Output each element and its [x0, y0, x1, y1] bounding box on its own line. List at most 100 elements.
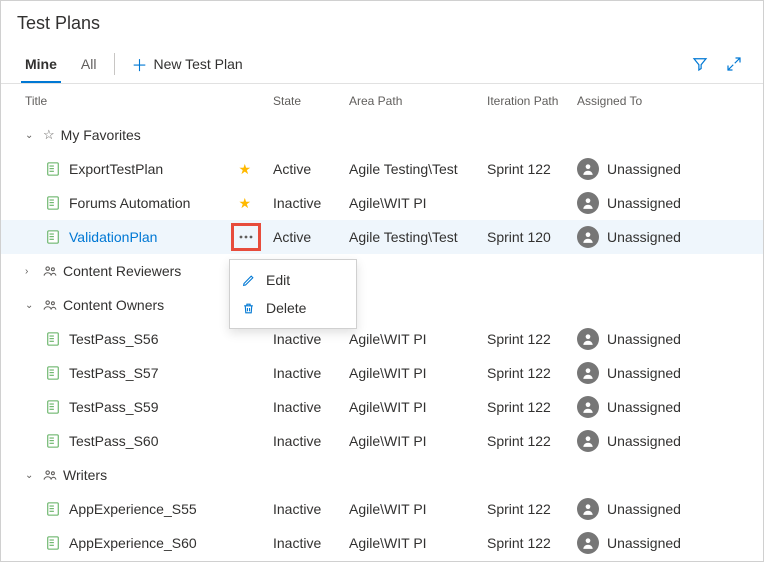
table-row[interactable]: TestPass_S57InactiveAgile\WIT PISprint 1…	[1, 356, 763, 390]
col-state[interactable]: State	[273, 94, 349, 108]
table-row[interactable]: TestPass_S59InactiveAgile\WIT PISprint 1…	[1, 390, 763, 424]
test-plan-icon	[45, 229, 61, 245]
avatar-icon	[577, 430, 599, 452]
iteration-cell: Sprint 122	[487, 365, 577, 381]
group-label: Content Owners	[63, 297, 164, 313]
context-delete-label: Delete	[266, 300, 306, 316]
area-cell: Agile Testing\Test	[349, 229, 487, 245]
chevron-icon: ⌄	[25, 470, 39, 481]
rows-container: ⌄☆My FavoritesExportTestPlan★ActiveAgile…	[1, 118, 763, 560]
row-title: ValidationPlan	[69, 229, 157, 245]
group-label: Content Reviewers	[63, 263, 181, 279]
avatar-icon	[577, 396, 599, 418]
group-label: My Favorites	[61, 127, 141, 143]
row-title: AppExperience_S55	[69, 501, 197, 517]
context-delete[interactable]: Delete	[230, 294, 356, 322]
col-area[interactable]: Area Path	[349, 94, 487, 108]
assigned-label: Unassigned	[607, 331, 681, 347]
assigned-cell: Unassigned	[577, 532, 763, 554]
table-row[interactable]: AppExperience_S55InactiveAgile\WIT PISpr…	[1, 492, 763, 526]
chevron-icon: ⌄	[25, 130, 39, 141]
plus-icon: ＋	[131, 52, 147, 76]
assigned-label: Unassigned	[607, 161, 681, 177]
new-test-plan-label: New Test Plan	[153, 56, 242, 72]
state-cell: Inactive	[273, 399, 349, 415]
context-edit[interactable]: Edit	[230, 266, 356, 294]
avatar-icon	[577, 498, 599, 520]
area-cell: Agile\WIT PI	[349, 399, 487, 415]
area-cell: Agile\WIT PI	[349, 433, 487, 449]
favorite-star-icon[interactable]: ★	[238, 195, 251, 212]
table-row[interactable]: TestPass_S60InactiveAgile\WIT PISprint 1…	[1, 424, 763, 458]
area-cell: Agile\WIT PI	[349, 501, 487, 517]
avatar-icon	[577, 158, 599, 180]
area-cell: Agile\WIT PI	[349, 535, 487, 551]
table-row[interactable]: AppExperience_S60InactiveAgile\WIT PISpr…	[1, 526, 763, 560]
new-test-plan-button[interactable]: ＋ New Test Plan	[121, 52, 252, 76]
test-plan-icon	[45, 365, 61, 381]
table-row[interactable]: TestPass_S56InactiveAgile\WIT PISprint 1…	[1, 322, 763, 356]
group-label: Writers	[63, 467, 107, 483]
pencil-icon	[242, 274, 256, 287]
test-plan-icon	[45, 501, 61, 517]
group-row[interactable]: ⌄ Writers	[1, 458, 763, 492]
assigned-label: Unassigned	[607, 433, 681, 449]
context-edit-label: Edit	[266, 272, 290, 288]
assigned-cell: Unassigned	[577, 226, 763, 248]
expand-icon[interactable]	[725, 55, 743, 73]
assigned-label: Unassigned	[607, 501, 681, 517]
test-plan-icon	[45, 433, 61, 449]
row-title: AppExperience_S60	[69, 535, 197, 551]
test-plan-icon	[45, 161, 61, 177]
avatar-icon	[577, 328, 599, 350]
col-iteration[interactable]: Iteration Path	[487, 94, 577, 108]
col-title[interactable]: Title	[25, 94, 273, 108]
avatar-icon	[577, 532, 599, 554]
assigned-label: Unassigned	[607, 399, 681, 415]
assigned-cell: Unassigned	[577, 158, 763, 180]
row-title: ExportTestPlan	[69, 161, 163, 177]
row-title: TestPass_S59	[69, 399, 159, 415]
tab-mine[interactable]: Mine	[13, 44, 69, 83]
iteration-cell: Sprint 120	[487, 229, 577, 245]
test-plan-icon	[45, 195, 61, 211]
toolbar: Mine All ＋ New Test Plan	[1, 44, 763, 84]
area-cell: Agile\WIT PI	[349, 195, 487, 211]
col-assigned[interactable]: Assigned To	[577, 94, 763, 108]
table-row[interactable]: Forums Automation★InactiveAgile\WIT PIUn…	[1, 186, 763, 220]
assigned-label: Unassigned	[607, 365, 681, 381]
row-title: TestPass_S56	[69, 331, 159, 347]
assigned-cell: Unassigned	[577, 498, 763, 520]
group-row[interactable]: ⌄☆My Favorites	[1, 118, 763, 152]
people-icon	[43, 298, 57, 312]
state-cell: Inactive	[273, 195, 349, 211]
people-icon	[43, 264, 57, 278]
test-plan-icon	[45, 399, 61, 415]
group-row[interactable]: ⌄Content Owners	[1, 288, 763, 322]
row-title: TestPass_S57	[69, 365, 159, 381]
test-plan-icon	[45, 535, 61, 551]
more-button[interactable]	[233, 225, 259, 249]
avatar-icon	[577, 362, 599, 384]
avatar-icon	[577, 226, 599, 248]
table-row[interactable]: ValidationPlanActiveAgile Testing\TestSp…	[1, 220, 763, 254]
tab-all[interactable]: All	[69, 44, 109, 83]
tabs: Mine All	[1, 44, 108, 83]
assigned-cell: Unassigned	[577, 396, 763, 418]
state-cell: Inactive	[273, 535, 349, 551]
avatar-icon	[577, 192, 599, 214]
row-title: TestPass_S60	[69, 433, 159, 449]
table-row[interactable]: ExportTestPlan★ActiveAgile Testing\TestS…	[1, 152, 763, 186]
favorite-star-icon[interactable]: ★	[238, 161, 251, 178]
iteration-cell: Sprint 122	[487, 331, 577, 347]
assigned-label: Unassigned	[607, 535, 681, 551]
state-cell: Inactive	[273, 365, 349, 381]
assigned-cell: Unassigned	[577, 192, 763, 214]
ellipsis-icon	[239, 235, 253, 239]
people-icon	[43, 468, 57, 482]
filter-icon[interactable]	[691, 55, 709, 73]
assigned-cell: Unassigned	[577, 362, 763, 384]
test-plan-icon	[45, 331, 61, 347]
context-menu: Edit Delete	[229, 259, 357, 329]
group-row[interactable]: ›Content Reviewers	[1, 254, 763, 288]
